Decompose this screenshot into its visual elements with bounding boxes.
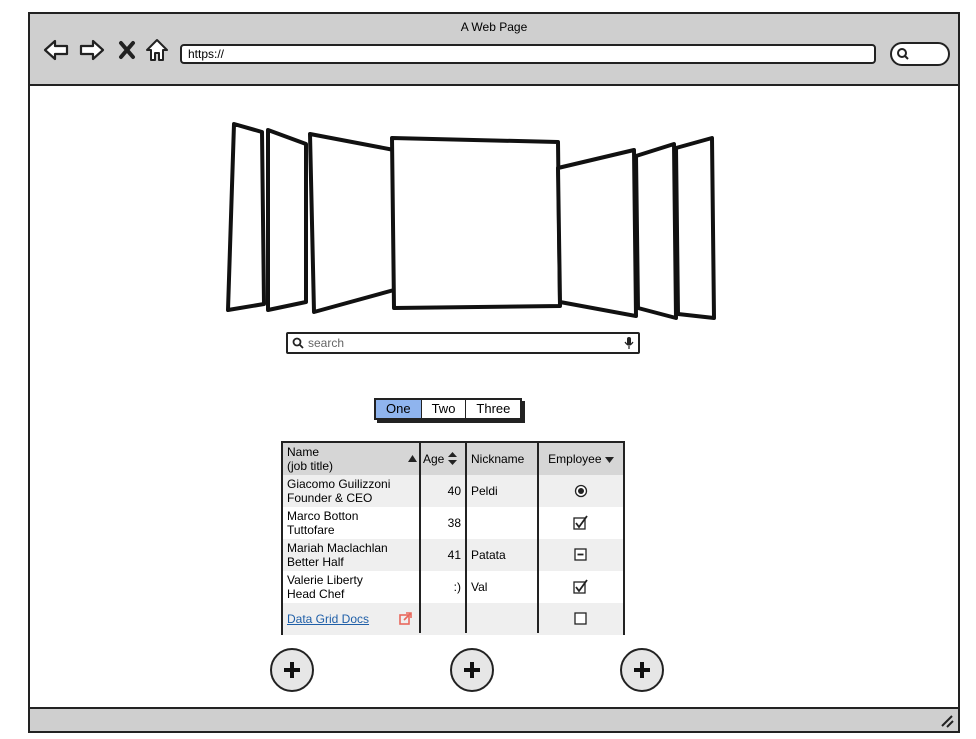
checkbox-checked[interactable] xyxy=(573,515,589,531)
forward-arrow-icon[interactable] xyxy=(78,38,106,62)
add-button[interactable] xyxy=(450,648,494,692)
table-header-row: Name (job title) Age Nickname Employee xyxy=(283,443,623,475)
age-cell: :) xyxy=(453,580,461,594)
button-bar: One Two Three xyxy=(374,398,523,420)
person-name: Marco Botton xyxy=(287,509,359,523)
age-cell: 41 xyxy=(447,548,461,562)
resize-handle-icon[interactable] xyxy=(940,714,954,728)
checkbox-unchecked[interactable] xyxy=(574,612,588,626)
cover-item-selected[interactable] xyxy=(390,136,562,310)
nickname-cell: Val xyxy=(471,580,488,594)
age-cell: 40 xyxy=(447,484,461,498)
name-cell: Giacomo Guilizzoni Founder & CEO xyxy=(287,475,421,507)
table-row[interactable]: Marco Botton Tuttofare 38 xyxy=(283,507,623,539)
microphone-icon[interactable] xyxy=(624,336,634,350)
close-icon[interactable] xyxy=(116,38,138,62)
person-title: Better Half xyxy=(287,555,344,569)
person-name: Valerie Liberty xyxy=(287,573,363,587)
checkbox-checked[interactable] xyxy=(573,579,589,595)
person-title: Head Chef xyxy=(287,587,345,601)
tab-one[interactable]: One xyxy=(376,400,422,418)
employee-cell xyxy=(539,571,623,603)
column-divider xyxy=(537,443,539,633)
plus-icon xyxy=(284,662,300,678)
sort-ascending-icon xyxy=(408,455,417,462)
url-input[interactable]: https:// xyxy=(180,44,876,64)
window-title: A Web Page xyxy=(460,20,528,34)
employee-cell xyxy=(539,507,623,539)
home-icon[interactable] xyxy=(144,38,170,62)
plus-icon xyxy=(634,662,650,678)
age-cell: 38 xyxy=(447,516,461,530)
radio-button-selected[interactable] xyxy=(574,484,588,498)
column-header-employee[interactable]: Employee xyxy=(539,443,623,475)
data-grid-docs-link[interactable]: Data Grid Docs xyxy=(287,612,369,626)
person-name: Giacomo Guilizzoni xyxy=(287,477,391,491)
cover-item[interactable] xyxy=(556,148,638,318)
checkbox-indeterminate[interactable] xyxy=(574,548,588,562)
sort-both-icon xyxy=(448,452,457,465)
cover-flow[interactable] xyxy=(224,122,724,322)
name-cell: Valerie Liberty Head Chef xyxy=(287,571,421,603)
search-icon xyxy=(897,48,909,60)
person-title: Founder & CEO xyxy=(287,491,373,505)
table-row[interactable]: Mariah Maclachlan Better Half 41 Patata xyxy=(283,539,623,571)
column-header-age[interactable]: Age xyxy=(421,443,465,475)
employee-cell xyxy=(539,539,623,571)
column-header-name-sublabel: (job title) xyxy=(287,459,334,473)
column-header-employee-label: Employee xyxy=(548,452,602,466)
nickname-cell xyxy=(469,507,541,539)
status-bar xyxy=(30,707,958,731)
table-footer-row: Data Grid Docs xyxy=(283,603,623,635)
column-header-name-label: Name xyxy=(287,445,320,459)
table-row[interactable]: Giacomo Guilizzoni Founder & CEO 40 Peld… xyxy=(283,475,623,507)
browser-window: A Web Page https:// search One Two Three… xyxy=(28,12,960,733)
column-header-nickname[interactable]: Nickname xyxy=(469,443,541,475)
search-input[interactable]: search xyxy=(286,332,640,354)
external-link-icon[interactable] xyxy=(399,612,412,625)
cover-item[interactable] xyxy=(226,122,266,312)
cover-item[interactable] xyxy=(308,132,396,314)
browser-search-button[interactable] xyxy=(890,42,950,66)
nickname-cell: Peldi xyxy=(471,484,498,498)
data-grid: Name (job title) Age Nickname Employee G… xyxy=(281,441,625,635)
title-bar: A Web Page https:// xyxy=(30,14,958,86)
search-placeholder: search xyxy=(308,336,345,350)
person-title: Tuttofare xyxy=(287,523,335,537)
dropdown-arrow-icon xyxy=(604,457,614,463)
column-divider xyxy=(419,443,421,633)
cover-item[interactable] xyxy=(266,128,308,312)
column-divider xyxy=(465,443,467,633)
table-row[interactable]: Valerie Liberty Head Chef :) Val xyxy=(283,571,623,603)
employee-cell xyxy=(539,475,623,507)
footer-link-cell: Data Grid Docs xyxy=(287,603,421,635)
name-cell: Mariah Maclachlan Better Half xyxy=(287,539,421,571)
column-header-name[interactable]: Name (job title) xyxy=(287,443,421,475)
person-name: Mariah Maclachlan xyxy=(287,541,388,555)
tab-two[interactable]: Two xyxy=(421,400,467,418)
add-button[interactable] xyxy=(620,648,664,692)
cover-item[interactable] xyxy=(634,142,678,320)
nickname-cell: Patata xyxy=(471,548,506,562)
back-arrow-icon[interactable] xyxy=(42,38,70,62)
add-button[interactable] xyxy=(270,648,314,692)
search-icon xyxy=(292,337,304,349)
cover-item[interactable] xyxy=(674,136,716,320)
employee-cell xyxy=(539,603,623,635)
plus-icon xyxy=(464,662,480,678)
name-cell: Marco Botton Tuttofare xyxy=(287,507,421,539)
column-header-age-label: Age xyxy=(423,452,445,466)
tab-three[interactable]: Three xyxy=(466,400,521,418)
